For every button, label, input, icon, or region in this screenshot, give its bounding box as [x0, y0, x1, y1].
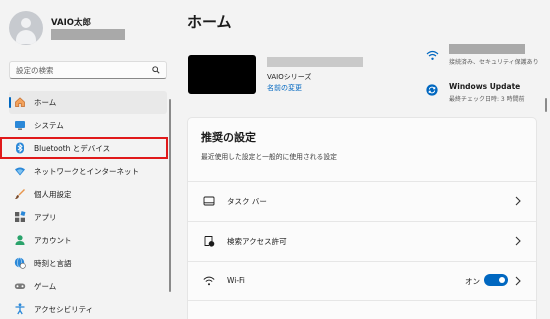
- device-image: [188, 55, 256, 94]
- network-status: 接続済み、セキュリティ保護あり: [449, 59, 539, 66]
- wifi-icon: [426, 50, 439, 60]
- sidebar-item-home[interactable]: ホーム: [9, 91, 167, 114]
- sidebar-item-label: 時刻と言語: [34, 259, 72, 268]
- toggle-knob: [499, 277, 505, 283]
- sidebar-item-accounts[interactable]: アカウント: [9, 229, 167, 252]
- brush-icon: [15, 189, 25, 199]
- gamepad-icon: [14, 283, 26, 289]
- card-description: 最近使用した設定と一般的に使用される設定: [201, 153, 337, 161]
- sidebar-item-network[interactable]: ネットワークとインターネット: [9, 160, 167, 183]
- sidebar-item-personalization[interactable]: 個人用設定: [9, 183, 167, 206]
- divider: [188, 300, 536, 301]
- wifi-toggle[interactable]: [484, 274, 508, 286]
- device-model: VAIOシリーズ: [267, 73, 312, 81]
- search-permission-icon: [204, 236, 215, 247]
- sync-icon: [426, 84, 438, 96]
- avatar[interactable]: [9, 11, 43, 45]
- row-label: Wi-Fi: [227, 276, 245, 285]
- chevron-right-icon: [515, 276, 521, 286]
- chevron-right-icon: [515, 196, 521, 206]
- taskbar-icon: [203, 196, 215, 206]
- avatar-head: [21, 18, 31, 28]
- search-icon[interactable]: [152, 66, 160, 74]
- network-name-redacted[interactable]: [449, 44, 525, 54]
- sidebar-item-apps[interactable]: アプリ: [9, 206, 167, 229]
- network-icon: [15, 167, 25, 176]
- device-name-redacted: [267, 57, 363, 67]
- row-search-permissions[interactable]: 検索アクセス許可: [188, 222, 536, 260]
- system-icon: [15, 121, 25, 130]
- toggle-state-label: オン: [465, 277, 480, 286]
- row-wifi[interactable]: Wi-Fi オン: [188, 262, 536, 300]
- user-name: VAIO太郎: [51, 18, 91, 28]
- user-email-redacted: [51, 29, 125, 40]
- row-taskbar[interactable]: タスク バー: [188, 182, 536, 220]
- account-icon: [15, 235, 25, 245]
- sidebar-item-label: アプリ: [34, 213, 57, 222]
- sidebar-item-label: ゲーム: [34, 282, 57, 291]
- active-indicator: [9, 97, 11, 108]
- windows-update-subtitle: 最終チェック日時: 3 時間前: [449, 96, 525, 103]
- apps-icon: [15, 211, 26, 222]
- chevron-right-icon: [515, 236, 521, 246]
- page-title: ホーム: [187, 13, 232, 31]
- sidebar-item-label: アクセシビリティ: [34, 305, 94, 314]
- sidebar-item-label: ネットワークとインターネット: [34, 167, 139, 176]
- sidebar-item-time-language[interactable]: 時刻と言語: [9, 252, 167, 275]
- sidebar-item-gaming[interactable]: ゲーム: [9, 275, 167, 298]
- row-label: タスク バー: [227, 197, 267, 206]
- wifi-icon: [203, 276, 215, 286]
- main-scrollbar[interactable]: [545, 98, 547, 112]
- sidebar-item-label: 個人用設定: [34, 190, 72, 199]
- home-icon: [15, 97, 25, 107]
- settings-search-box[interactable]: [9, 61, 167, 79]
- windows-update-title[interactable]: Windows Update: [449, 82, 520, 91]
- rename-link[interactable]: 名前の変更: [267, 83, 302, 93]
- bluetooth-highlight-box: [0, 137, 168, 159]
- search-input[interactable]: [16, 64, 146, 77]
- card-title: 推奨の設定: [201, 131, 256, 144]
- accessibility-icon: [15, 303, 25, 315]
- sidebar-scrollbar[interactable]: [169, 99, 171, 292]
- row-label: 検索アクセス許可: [227, 237, 287, 246]
- sidebar-item-label: ホーム: [34, 98, 57, 107]
- globe-clock-icon: [14, 257, 26, 269]
- sidebar-item-label: システム: [34, 121, 64, 130]
- sidebar-item-accessibility[interactable]: アクセシビリティ: [9, 298, 167, 319]
- sidebar-item-system[interactable]: システム: [9, 114, 167, 137]
- sidebar-nav: ホーム システム Bluetooth とデバイス ネットワークとインターネット …: [9, 91, 167, 319]
- sidebar-item-label: アカウント: [34, 236, 72, 245]
- avatar-body: [16, 30, 36, 44]
